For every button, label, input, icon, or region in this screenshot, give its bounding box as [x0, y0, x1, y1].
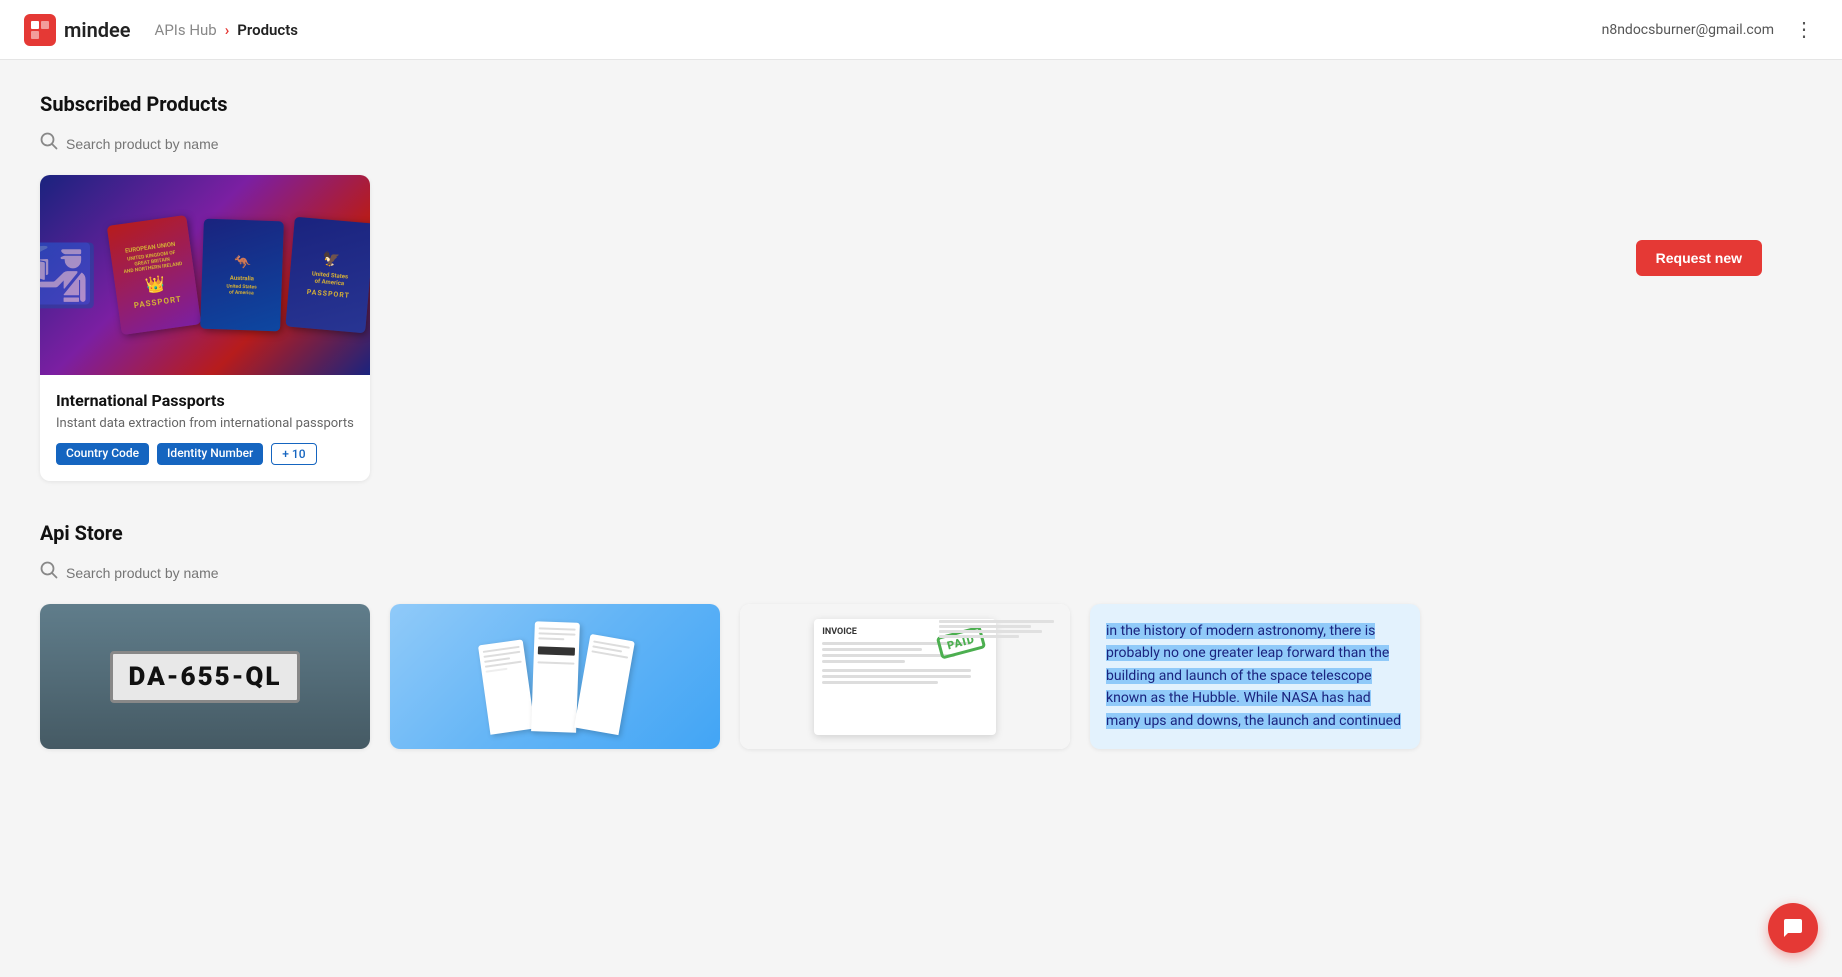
api-store-section: Api Store	[40, 521, 1802, 749]
subscribed-search-input[interactable]	[66, 136, 326, 152]
receipt-card-image	[390, 604, 720, 749]
api-store-products-grid: INVOICE PAID	[40, 604, 1802, 749]
license-plate-card-image	[40, 604, 370, 749]
passport-card-description: Instant data extraction from internation…	[56, 416, 354, 431]
subscribed-section-title: Subscribed Products	[40, 92, 1802, 116]
nav-separator-icon: ›	[225, 21, 230, 39]
subscribed-search-icon	[40, 132, 58, 155]
subscribed-search-bar	[40, 132, 1802, 155]
api-store-search-icon	[40, 561, 58, 584]
passport-card-tags: Country Code Identity Number + 10	[56, 443, 354, 465]
passport-card-body: International Passports Instant data ext…	[40, 375, 370, 481]
chat-fab-button[interactable]	[1768, 903, 1818, 953]
store-card-invoice-raid[interactable]: in the history of modern astronomy, ther…	[1090, 604, 1420, 749]
user-email: n8ndocsburner@gmail.com	[1602, 22, 1774, 38]
nav-hub-link[interactable]: APIs Hub	[155, 21, 217, 39]
main-content: Subscribed Products Request new	[0, 60, 1842, 805]
product-card-international-passports[interactable]: EUROPEAN UNION UNITED KINGDOM OFGREAT BR…	[40, 175, 370, 481]
store-card-receipts[interactable]	[390, 604, 720, 749]
logo-text: mindee	[64, 18, 131, 42]
subscribed-products-section: Subscribed Products Request new	[40, 92, 1802, 481]
tag-country-code[interactable]: Country Code	[56, 443, 149, 465]
passport-card-title: International Passports	[56, 391, 354, 410]
api-store-search-input[interactable]	[66, 565, 326, 581]
article-text-highlight: in the history of modern astronomy, ther…	[1106, 623, 1401, 729]
breadcrumb-nav: APIs Hub › Products	[155, 21, 1602, 39]
logo-icon	[24, 14, 56, 46]
logo-link[interactable]: mindee	[24, 14, 131, 46]
header-menu-button[interactable]: ⋮	[1790, 13, 1818, 46]
passport-card-image: EUROPEAN UNION UNITED KINGDOM OFGREAT BR…	[40, 175, 370, 375]
app-header: mindee APIs Hub › Products n8ndocsburner…	[0, 0, 1842, 60]
invoice-card-image: INVOICE PAID	[740, 604, 1070, 749]
store-card-license-plate[interactable]	[40, 604, 370, 749]
subscribed-products-grid: EUROPEAN UNION UNITED KINGDOM OFGREAT BR…	[40, 175, 1802, 481]
api-store-title: Api Store	[40, 521, 1802, 545]
request-new-button[interactable]: Request new	[1636, 240, 1762, 276]
api-store-search-bar	[40, 561, 1802, 584]
tag-more[interactable]: + 10	[271, 443, 316, 465]
article-text: in the history of modern astronomy, ther…	[1106, 620, 1404, 732]
store-card-invoice[interactable]: INVOICE PAID	[740, 604, 1070, 749]
nav-current-page: Products	[237, 21, 298, 39]
header-right: n8ndocsburner@gmail.com ⋮	[1602, 13, 1818, 46]
tag-identity-number[interactable]: Identity Number	[157, 443, 263, 465]
